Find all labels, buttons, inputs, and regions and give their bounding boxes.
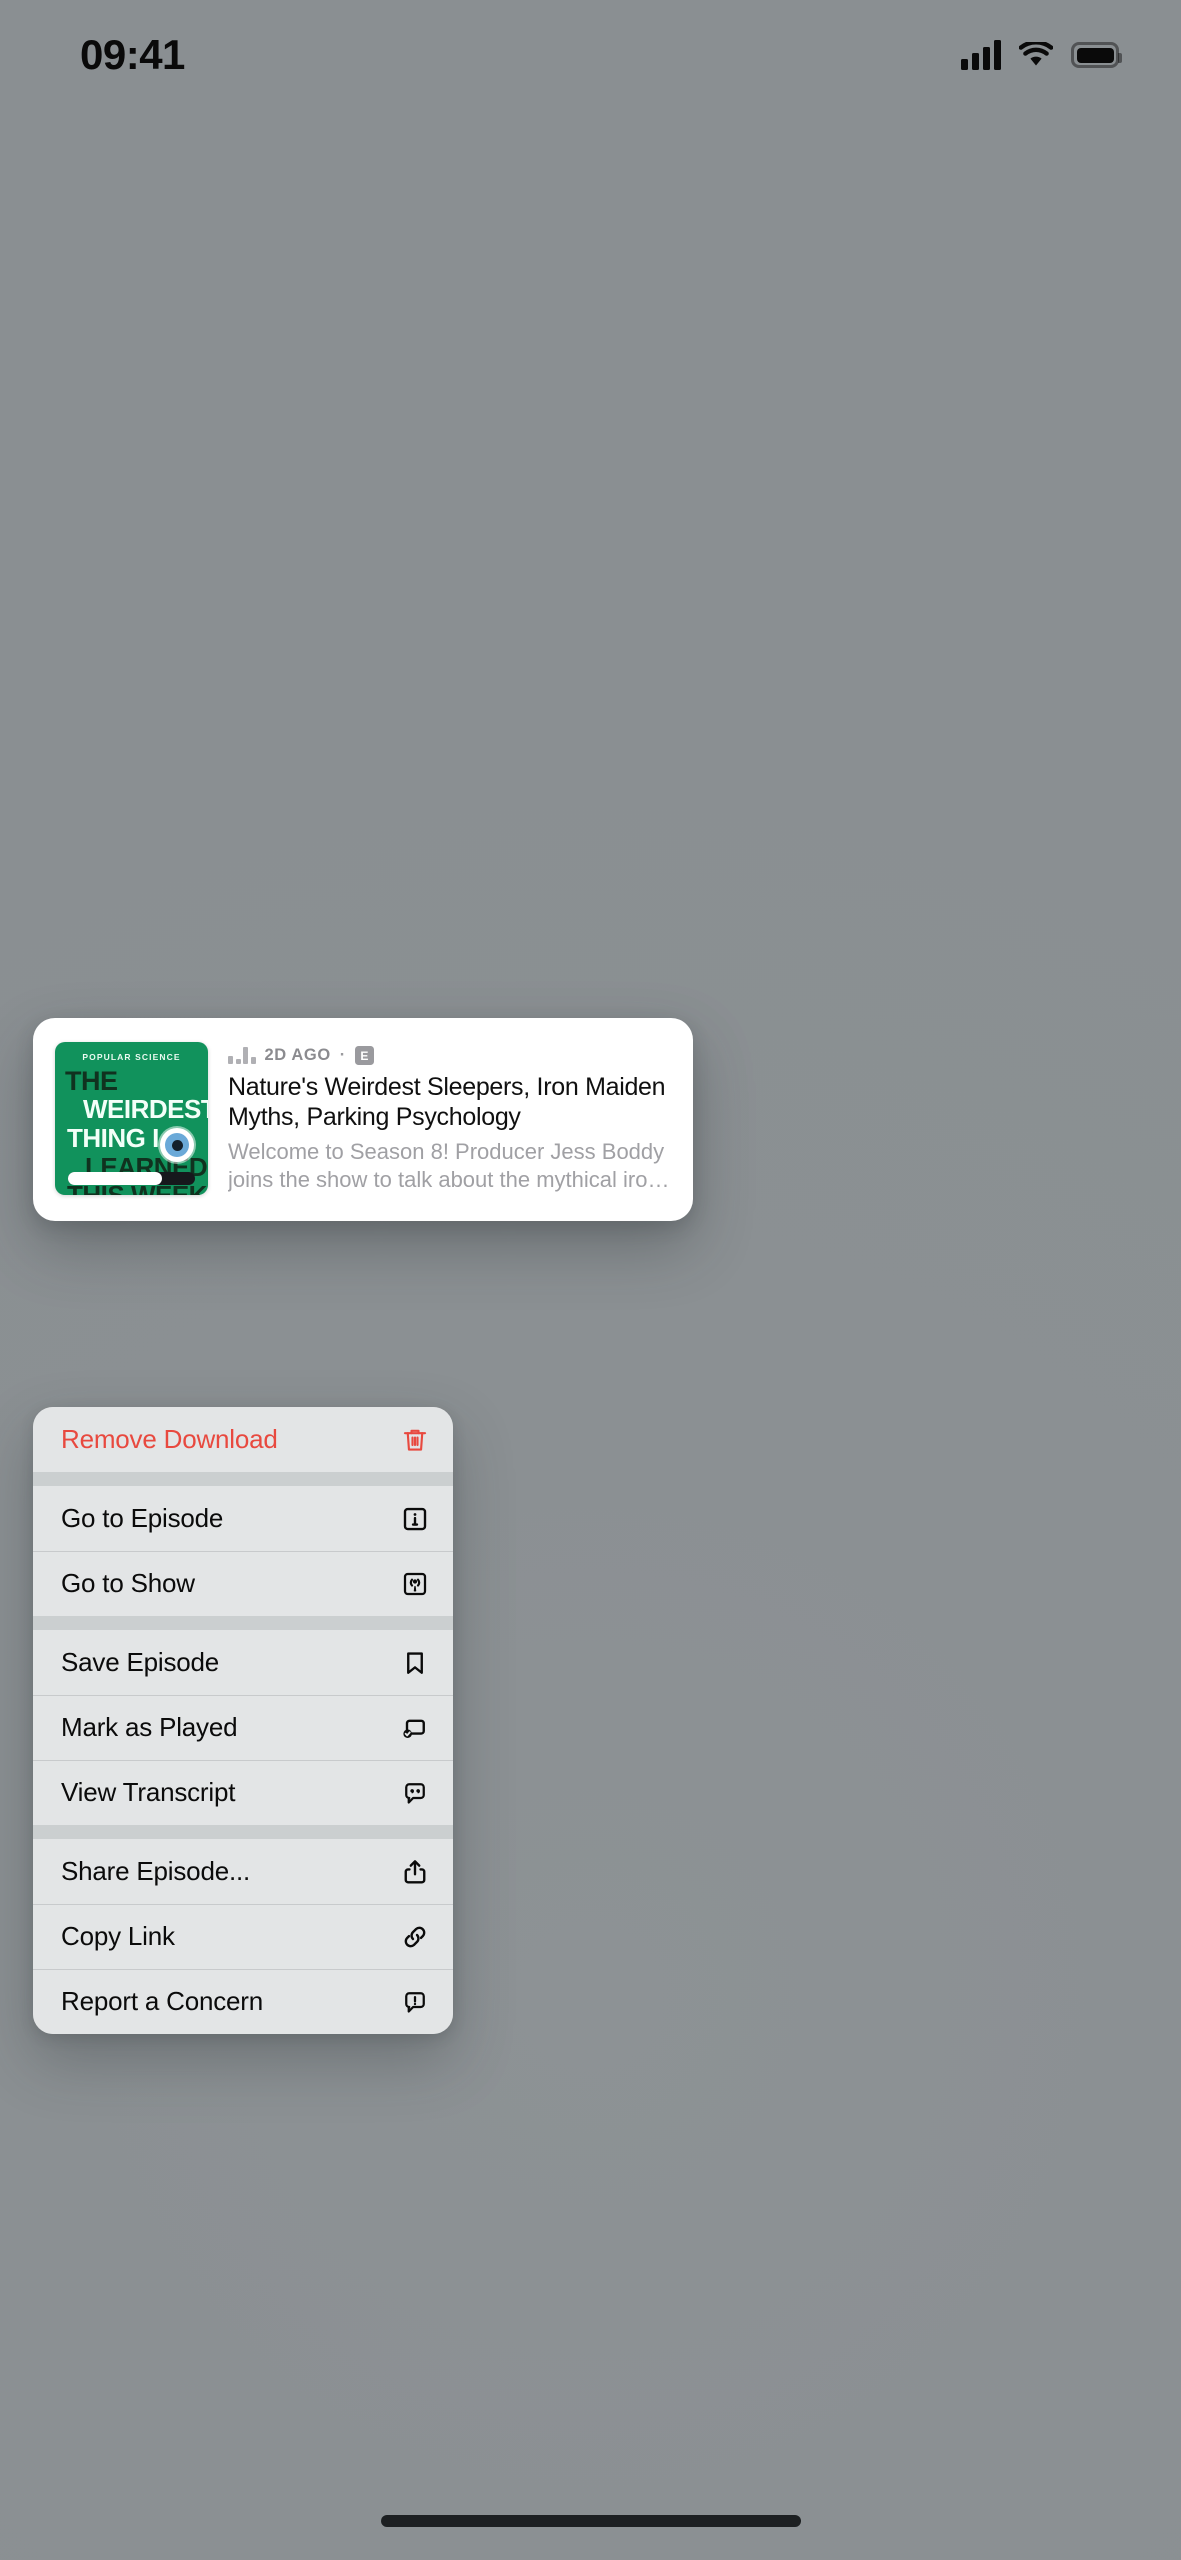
artwork-line-2: WEIRDEST (83, 1094, 208, 1124)
status-bar-indicators (961, 40, 1122, 70)
wifi-icon (1018, 40, 1054, 68)
menu-group-divider (33, 1472, 453, 1486)
signal-bars-icon (961, 40, 1001, 70)
eyeball-iris (165, 1133, 189, 1157)
menu-item-label: View Transcript (61, 1777, 236, 1807)
explicit-badge: E (354, 1046, 374, 1065)
menu-item-label: Go to Show (61, 1568, 195, 1598)
share-icon (399, 1856, 431, 1888)
artwork-line-3: THING I (67, 1123, 159, 1153)
menu-item-label: Copy Link (61, 1921, 175, 1951)
mark-played-icon (399, 1712, 431, 1744)
menu-group-divider (33, 1825, 453, 1839)
equalizer-bars-icon (228, 1047, 256, 1064)
menu-item-label: Report a Concern (61, 1986, 264, 2016)
menu-group-divider (33, 1616, 453, 1630)
menu-item-save-episode[interactable]: Save Episode (33, 1630, 453, 1695)
quote-bubble-icon (399, 1777, 431, 1809)
episode-description: Welcome to Season 8! Producer Jess Boddy… (228, 1139, 665, 1192)
menu-item-view-transcript[interactable]: View Transcript (33, 1760, 453, 1825)
playback-progress-fill (68, 1172, 162, 1185)
podcast-artwork: POPULAR SCIENCE THE WEIRDEST THING I LEA… (55, 1042, 208, 1195)
bookmark-icon (399, 1647, 431, 1679)
eyeball-icon (160, 1128, 194, 1162)
episode-info: 2D AGO · E Nature's Weirdest Sleepers, I… (208, 1042, 671, 1197)
context-menu-group: Remove Download (33, 1407, 453, 1472)
episode-time-ago: 2D AGO (264, 1046, 331, 1064)
home-indicator[interactable] (380, 2515, 801, 2527)
battery-full-icon (1071, 42, 1122, 68)
menu-item-go-to-show[interactable]: Go to Show (33, 1551, 453, 1616)
link-icon (399, 1921, 431, 1953)
menu-item-mark-as-played[interactable]: Mark as Played (33, 1695, 453, 1760)
menu-item-label: Save Episode (61, 1647, 220, 1677)
podcast-square-icon (399, 1568, 431, 1600)
episode-title: Nature's Weirdest Sleepers, Iron Maiden … (228, 1073, 666, 1131)
menu-item-go-to-episode[interactable]: Go to Episode (33, 1486, 453, 1551)
trash-icon (399, 1424, 431, 1456)
menu-item-report-a-concern[interactable]: Report a Concern (33, 1969, 453, 2034)
info-square-icon (399, 1503, 431, 1535)
meta-separator: · (339, 1046, 346, 1064)
menu-item-label: Mark as Played (61, 1712, 238, 1742)
eyeball-pupil (171, 1139, 183, 1151)
episode-meta-row: 2D AGO · E (228, 1046, 671, 1065)
context-menu-group: Go to Episode Go to Show (33, 1486, 453, 1616)
context-menu-group: Share Episode... Copy Link Report a Conc… (33, 1839, 453, 2034)
menu-item-label: Remove Download (61, 1424, 278, 1454)
status-bar-clock: 09:41 (80, 31, 185, 78)
menu-item-share-episode[interactable]: Share Episode... (33, 1839, 453, 1904)
menu-item-copy-link[interactable]: Copy Link (33, 1904, 453, 1969)
menu-item-remove-download[interactable]: Remove Download (33, 1407, 453, 1472)
exclamation-bubble-icon (399, 1986, 431, 2018)
artwork-brand-text: POPULAR SCIENCE (82, 1052, 181, 1062)
status-bar: 09:41 (0, 0, 1181, 110)
episode-preview-card[interactable]: POPULAR SCIENCE THE WEIRDEST THING I LEA… (33, 1018, 693, 1221)
menu-item-label: Share Episode... (61, 1856, 251, 1886)
artwork-line-1: THE (65, 1066, 118, 1096)
playback-progress-bar (68, 1172, 195, 1185)
context-menu[interactable]: Remove Download Go to Episode Go to Show… (33, 1407, 453, 2034)
menu-item-label: Go to Episode (61, 1503, 224, 1533)
context-menu-group: Save Episode Mark as Played View Transcr… (33, 1630, 453, 1825)
